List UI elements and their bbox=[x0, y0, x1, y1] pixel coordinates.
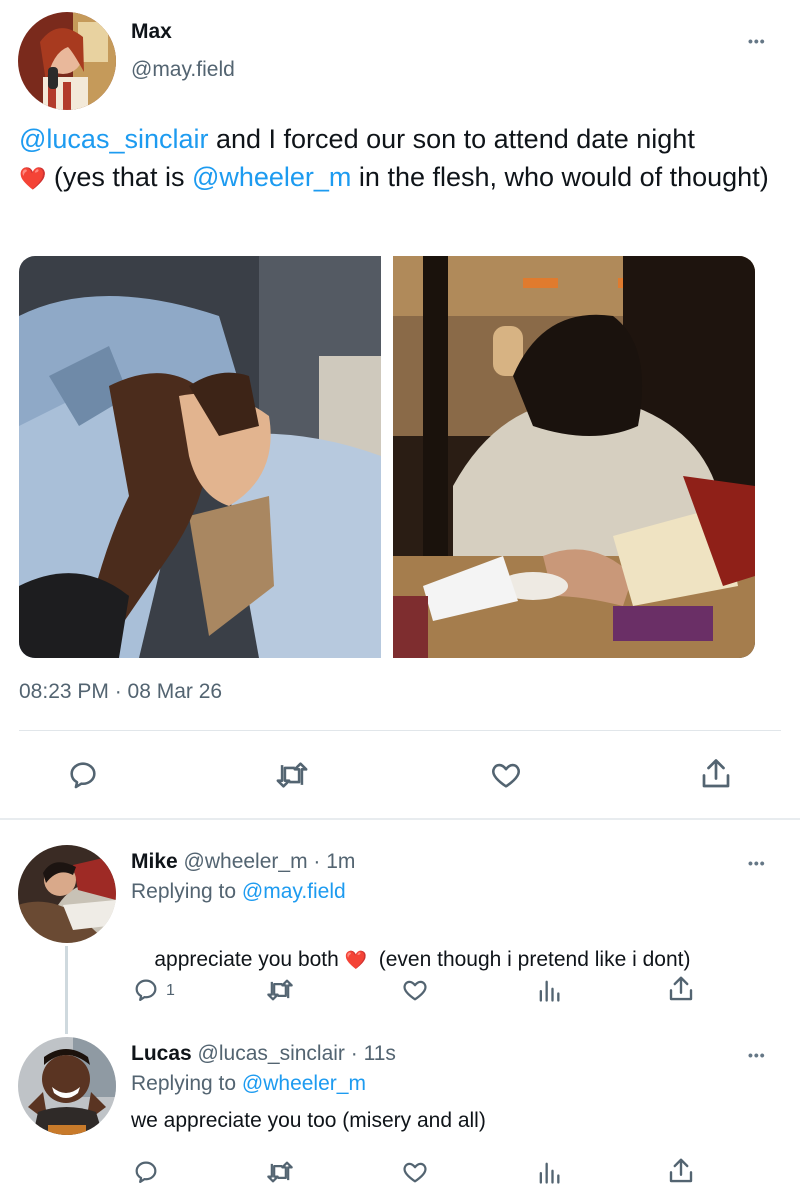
reply-text-part2: (even though i pretend like i dont) bbox=[367, 948, 691, 971]
reply-icon[interactable] bbox=[131, 1156, 161, 1188]
tweet-photo-hands[interactable] bbox=[19, 256, 381, 658]
reply-count: 1 bbox=[166, 982, 175, 999]
share-icon[interactable] bbox=[665, 1154, 697, 1188]
divider bbox=[19, 730, 781, 731]
author-handle[interactable]: @may.field bbox=[131, 58, 235, 82]
reply-text: we appreciate you too (misery and all) bbox=[131, 1109, 486, 1132]
heart-emoji: ❤️ bbox=[344, 950, 368, 970]
reply-time[interactable]: 11s bbox=[364, 1042, 396, 1065]
retweet-icon[interactable] bbox=[263, 974, 297, 1006]
mention-lucas[interactable]: @lucas_sinclair bbox=[19, 124, 208, 154]
retweet-icon[interactable] bbox=[263, 1156, 297, 1188]
tweet-timestamp[interactable]: 08:23 PM · 08 Mar 26 bbox=[19, 680, 222, 704]
mention-wheeler[interactable]: @wheeler_m bbox=[192, 162, 351, 192]
avatar[interactable] bbox=[18, 1037, 116, 1135]
like-icon[interactable] bbox=[399, 1156, 431, 1188]
reply-icon[interactable] bbox=[64, 756, 102, 794]
replying-to-prefix: Replying to bbox=[131, 880, 242, 903]
reply-header: Lucas @lucas_sinclair · 11s bbox=[131, 1042, 396, 1066]
replying-to-mention[interactable]: @wheeler_m bbox=[242, 1072, 366, 1095]
reply-author-handle[interactable]: @wheeler_m bbox=[184, 850, 308, 873]
avatar[interactable] bbox=[18, 845, 116, 943]
reply-icon[interactable] bbox=[131, 974, 161, 1006]
like-icon[interactable] bbox=[486, 756, 526, 794]
more-options-icon[interactable]: ••• bbox=[748, 1048, 766, 1062]
tweet-photo-restaurant[interactable] bbox=[393, 256, 755, 658]
thread-line bbox=[65, 946, 68, 1034]
author-name[interactable]: Max bbox=[131, 20, 172, 44]
more-options-icon[interactable]: ••• bbox=[748, 34, 766, 48]
tweet-text-part2: (yes that is bbox=[46, 162, 192, 192]
tweet-text-part3: in the flesh, who would of thought) bbox=[351, 162, 769, 192]
heart-emoji: ❤️ bbox=[19, 166, 47, 191]
tweet-text-part1: and I forced our son to attend date nigh… bbox=[208, 124, 695, 154]
reply-header: Mike @wheeler_m · 1m bbox=[131, 850, 355, 874]
reply-author-handle[interactable]: @lucas_sinclair bbox=[198, 1042, 345, 1065]
replying-to: Replying to @wheeler_m bbox=[131, 1072, 366, 1096]
more-options-icon[interactable]: ••• bbox=[748, 856, 766, 870]
replying-to: Replying to @may.field bbox=[131, 880, 346, 904]
reply-author-name[interactable]: Mike bbox=[131, 850, 178, 873]
separator: · bbox=[350, 1042, 358, 1065]
replying-to-mention[interactable]: @may.field bbox=[242, 880, 346, 903]
share-icon[interactable] bbox=[665, 972, 697, 1006]
section-divider bbox=[0, 818, 800, 820]
tweet-text: @lucas_sinclair and I forced our son to … bbox=[19, 120, 784, 198]
reply-time[interactable]: 1m bbox=[326, 850, 355, 873]
avatar[interactable] bbox=[18, 12, 116, 110]
replying-to-prefix: Replying to bbox=[131, 1072, 242, 1095]
separator: · bbox=[313, 850, 321, 873]
share-icon[interactable] bbox=[696, 754, 736, 794]
like-icon[interactable] bbox=[399, 974, 431, 1006]
reply-text-part1: appreciate you both bbox=[154, 948, 345, 971]
retweet-icon[interactable] bbox=[271, 756, 313, 794]
reply-author-name[interactable]: Lucas bbox=[131, 1042, 192, 1065]
analytics-icon[interactable] bbox=[534, 1156, 564, 1188]
analytics-icon[interactable] bbox=[534, 974, 564, 1006]
